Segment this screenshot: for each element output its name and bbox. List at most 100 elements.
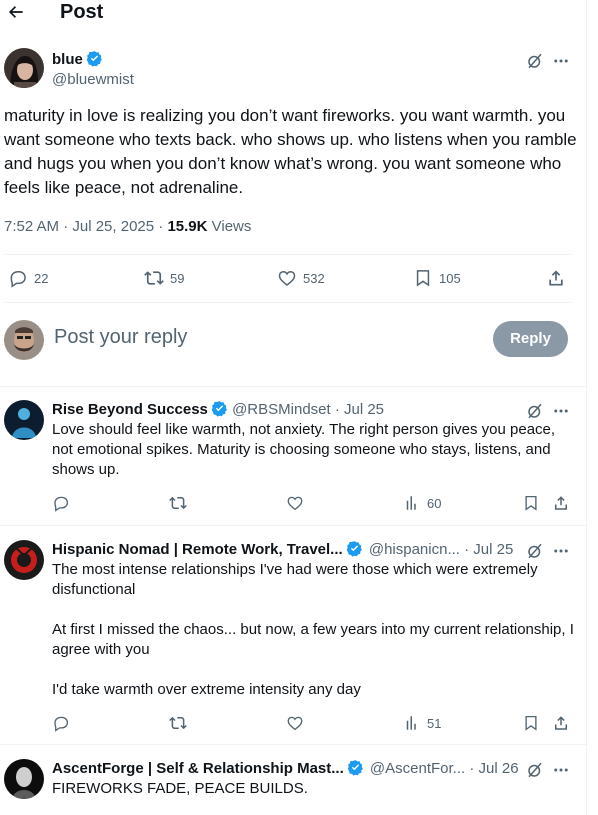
more-options-icon[interactable]	[552, 52, 570, 70]
reply-action[interactable]	[52, 714, 76, 732]
reply-input[interactable]: Post your reply	[54, 326, 187, 349]
bookmark-icon	[416, 270, 430, 287]
views-label: Views	[207, 218, 252, 235]
more-options-icon[interactable]	[552, 542, 570, 560]
reply-author-name[interactable]: AscentForge | Self & Relationship Mast..…	[52, 760, 344, 777]
reply-header: AscentForge | Self & Relationship Mast..…	[52, 759, 519, 777]
views-chart-icon	[406, 496, 416, 510]
repost-icon	[169, 496, 187, 510]
heart-icon	[287, 716, 303, 731]
reply-author-name[interactable]: Hispanic Nomad | Remote Work, Travel...	[52, 541, 343, 558]
reply-button[interactable]: Reply	[493, 321, 568, 357]
bookmark-action[interactable]	[522, 714, 546, 732]
heart-icon	[287, 496, 303, 511]
like-action[interactable]	[286, 494, 310, 512]
repost-icon	[144, 271, 164, 285]
repost-icon	[169, 716, 187, 730]
avatar-image	[4, 48, 44, 88]
verified-badge-icon	[86, 51, 102, 67]
comment-icon	[54, 716, 69, 732]
current-user-avatar[interactable]	[4, 320, 44, 360]
avatar-image	[4, 400, 44, 440]
reply-header: Hispanic Nomad | Remote Work, Travel... …	[52, 540, 513, 558]
verified-badge-icon	[346, 541, 362, 557]
views-action[interactable]: 60	[403, 494, 441, 512]
repost-action[interactable]	[169, 714, 193, 732]
grok-icon[interactable]	[526, 761, 544, 779]
views-count: 15.9K	[167, 218, 208, 235]
reply-paragraph: At first I missed the chaos... but now, …	[52, 621, 574, 658]
share-icon	[549, 270, 563, 286]
verified-badge-icon	[211, 401, 227, 417]
author-name[interactable]: blue	[52, 51, 83, 68]
reply-date[interactable]: · Jul 25	[460, 541, 513, 558]
more-options-icon[interactable]	[552, 761, 570, 779]
reply-header: Rise Beyond Success @RBSMindset · Jul 25	[52, 400, 384, 418]
divider	[4, 302, 571, 303]
share-action[interactable]	[552, 714, 576, 732]
verified-badge-icon	[347, 760, 363, 776]
author-avatar[interactable]	[4, 48, 44, 88]
reply-item[interactable]: Hispanic Nomad | Remote Work, Travel... …	[0, 540, 587, 740]
bookmark-action[interactable]	[522, 494, 546, 512]
share-action[interactable]	[552, 494, 576, 512]
reply-author-name[interactable]: Rise Beyond Success	[52, 401, 208, 418]
comment-icon	[10, 271, 26, 288]
reply-avatar[interactable]	[4, 759, 44, 799]
post-detail-view: Post blue @bluewmist maturity in love is…	[0, 0, 587, 815]
reply-text: FIREWORKS FADE, PEACE BUILDS.	[52, 780, 308, 797]
comment-icon	[54, 496, 69, 512]
reply-action[interactable]: 22	[8, 268, 48, 288]
repost-action[interactable]: 59	[144, 268, 184, 288]
views-action[interactable]: 51	[403, 714, 441, 732]
post-text: maturity in love is realizing you don’t …	[4, 106, 577, 197]
share-icon	[555, 716, 567, 730]
reply-avatar[interactable]	[4, 540, 44, 580]
back-arrow-icon[interactable]	[6, 2, 26, 22]
reply-item[interactable]: Rise Beyond Success @RBSMindset · Jul 25…	[0, 400, 587, 518]
grok-icon[interactable]	[526, 52, 544, 70]
reply-author-handle[interactable]: @hispanicn...	[369, 541, 460, 558]
divider	[0, 525, 587, 526]
reply-date[interactable]: · Jul 26	[465, 760, 518, 777]
reply-text: The most intense relationships I've had …	[52, 560, 574, 700]
grok-icon[interactable]	[526, 542, 544, 560]
reply-item[interactable]: AscentForge | Self & Relationship Mast..…	[0, 759, 587, 815]
share-action[interactable]	[546, 268, 572, 288]
views-count: 51	[427, 715, 442, 731]
author-handle[interactable]: @bluewmist	[52, 71, 134, 88]
bookmark-icon	[525, 495, 537, 511]
post-meta: 7:52 AM · Jul 25, 2025 · 15.9K Views	[4, 218, 251, 235]
repost-action[interactable]	[169, 494, 193, 512]
bookmark-icon	[525, 715, 537, 731]
reply-count: 22	[34, 270, 49, 286]
post-timestamp[interactable]: 7:52 AM · Jul 25, 2025 ·	[4, 218, 167, 235]
like-action[interactable]	[286, 714, 310, 732]
reply-date[interactable]: · Jul 25	[331, 401, 384, 418]
divider	[0, 386, 587, 387]
reply-paragraph: I'd take warmth over extreme intensity a…	[52, 681, 361, 698]
like-count: 532	[303, 270, 325, 286]
page-title: Post	[60, 1, 104, 23]
share-icon	[555, 496, 567, 510]
grok-icon[interactable]	[526, 402, 544, 420]
author-name-row: blue	[52, 50, 103, 69]
repost-count: 59	[170, 270, 185, 286]
like-action[interactable]: 532	[277, 268, 325, 288]
more-options-icon[interactable]	[552, 402, 570, 420]
divider	[4, 254, 571, 255]
bookmark-count: 105	[439, 270, 461, 286]
views-chart-icon	[406, 716, 416, 730]
divider	[0, 744, 587, 745]
avatar-image	[4, 540, 44, 580]
reply-author-handle[interactable]: @AscentFor...	[370, 760, 465, 777]
reply-author-handle[interactable]: @RBSMindset	[232, 401, 331, 418]
reply-action[interactable]	[52, 494, 76, 512]
avatar-image	[4, 759, 44, 799]
top-bar: Post	[0, 0, 587, 30]
bookmark-action[interactable]: 105	[413, 268, 461, 288]
reply-avatar[interactable]	[4, 400, 44, 440]
heart-icon	[278, 270, 296, 287]
views-count: 60	[427, 495, 442, 511]
reply-text: Love should feel like warmth, not anxiet…	[52, 421, 556, 478]
